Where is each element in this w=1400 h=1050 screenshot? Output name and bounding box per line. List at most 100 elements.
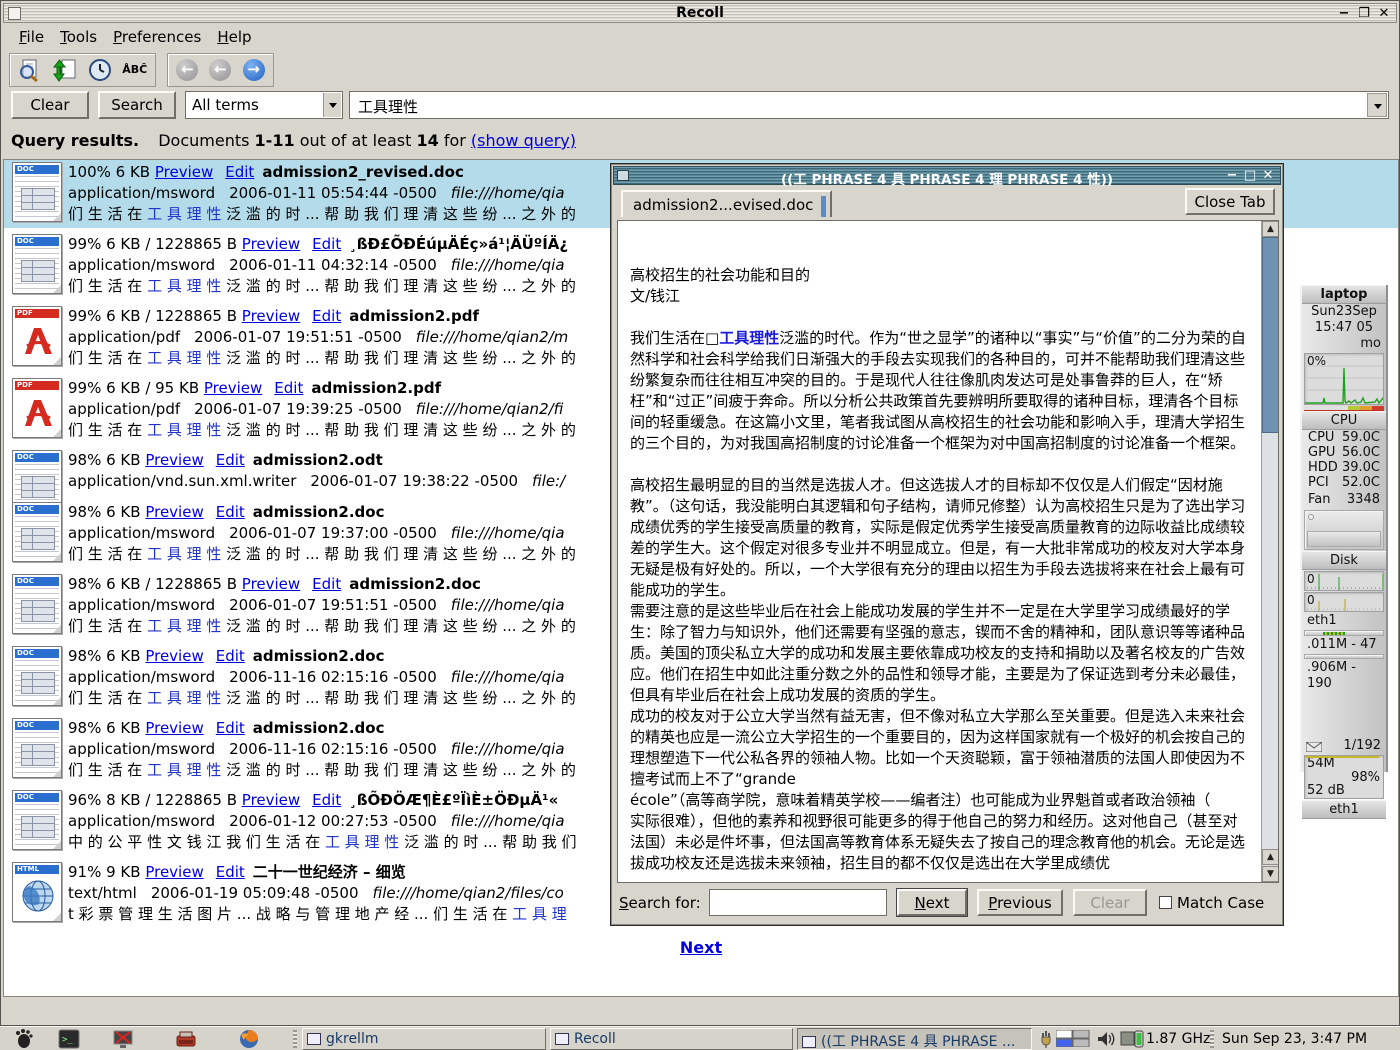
sensor-value: 56.0C	[1342, 445, 1380, 460]
preview-link[interactable]: Preview	[155, 163, 213, 181]
preview-scrollbar[interactable]: ▲ ▲ ▼	[1261, 221, 1278, 882]
preview-link[interactable]: Preview	[145, 451, 203, 469]
result-date: 2006-01-07 19:51:51 -0500	[229, 596, 437, 614]
cpu-chart: 0%	[1304, 353, 1384, 405]
preview-link[interactable]: Preview	[242, 575, 300, 593]
edit-link[interactable]: Edit	[216, 647, 245, 665]
preview-tab-label: admission2...evised.doc	[633, 196, 813, 214]
minimize-button[interactable]: −	[1336, 6, 1352, 22]
match-case-checkbox[interactable]: Match Case	[1159, 894, 1264, 912]
taskbar-clock[interactable]: Sun Sep 23, 3:47 PM	[1222, 1031, 1367, 1047]
result-relevance: 91%	[68, 863, 106, 881]
menu-help[interactable]: Help	[209, 25, 259, 46]
result-snippet: 们 生 活 在 工 具 理 性 泛 滥 的 时 ... 帮 助 我 们 理 清 …	[68, 616, 576, 637]
scroll-down-icon[interactable]: ▼	[1262, 866, 1279, 882]
result-title: admission2.doc	[253, 719, 385, 737]
edit-link[interactable]: Edit	[216, 719, 245, 737]
result-snippet: 们 生 活 在 工 具 理 性 泛 滥 的 时 ... 帮 助 我 们 理 清 …	[68, 276, 576, 297]
workspace-pager-icon[interactable]	[1056, 1030, 1090, 1047]
close-button[interactable]: ✕	[1376, 6, 1392, 22]
preview-link[interactable]: Preview	[242, 791, 300, 809]
preview-link[interactable]: Preview	[145, 719, 203, 737]
scrollbar-thumb[interactable]	[1262, 237, 1279, 433]
disk-section-label: Disk	[1302, 551, 1386, 570]
menu-file[interactable]: File	[11, 25, 52, 46]
menu-tools[interactable]: Tools	[52, 25, 105, 46]
preview-titlebar[interactable]: ((工 PHRASE 4 具 PHRASE 4 理 PHRASE 4 性)) −…	[613, 166, 1281, 185]
result-date: 2006-11-16 02:15:16 -0500	[229, 740, 437, 758]
edit-link[interactable]: Edit	[216, 451, 245, 469]
advanced-search-icon[interactable]	[17, 57, 43, 83]
main-titlebar[interactable]: Recoll − ❐ ✕	[3, 3, 1397, 23]
preview-tab[interactable]: admission2...evised.doc	[621, 190, 832, 217]
next-results-link[interactable]: Next	[680, 938, 722, 957]
checkbox-icon[interactable]	[1159, 896, 1172, 909]
panel-handle[interactable]	[293, 1030, 297, 1048]
typewriter-launcher-icon[interactable]	[175, 1028, 197, 1050]
result-title: 二十一世纪经济 – 细览	[253, 863, 406, 881]
first-page-icon[interactable]: ←	[176, 59, 198, 81]
firefox-launcher-icon[interactable]	[238, 1028, 260, 1050]
preview-link[interactable]: Preview	[204, 379, 262, 397]
maximize-button[interactable]: □	[1242, 167, 1258, 184]
edit-link[interactable]: Edit	[225, 163, 254, 181]
show-query-link[interactable]: (show query)	[471, 131, 576, 150]
search-button[interactable]: Search	[98, 91, 176, 119]
result-title: admission2.doc	[253, 647, 385, 665]
power-plug-icon[interactable]	[1038, 1029, 1054, 1049]
memory-meter: 54M 98% 52 dB	[1304, 755, 1384, 799]
query-input[interactable]: 工具理性	[349, 91, 1389, 119]
find-input[interactable]	[709, 889, 887, 916]
volume-icon[interactable]	[1096, 1029, 1116, 1049]
preview-link[interactable]: Preview	[145, 503, 203, 521]
preview-link[interactable]: Preview	[145, 863, 203, 881]
edit-link[interactable]: Edit	[216, 863, 245, 881]
cpufreq-icon[interactable]	[1120, 1029, 1144, 1049]
sort-parameters-icon[interactable]	[52, 57, 78, 83]
edit-link[interactable]: Edit	[216, 503, 245, 521]
search-mode-select[interactable]: All terms	[185, 91, 343, 119]
find-clear-button[interactable]: Clear	[1073, 889, 1147, 916]
menu-preferences[interactable]: Preferences	[105, 25, 209, 46]
panel-handle[interactable]	[1210, 1030, 1214, 1048]
preview-link[interactable]: Preview	[242, 307, 300, 325]
close-tab-button[interactable]: Close Tab	[1185, 188, 1275, 215]
gkrellm-date: Sun23Sep	[1302, 304, 1386, 320]
gnome-menu-icon[interactable]	[12, 1028, 34, 1050]
find-previous-button[interactable]: Previous	[977, 889, 1063, 916]
chevron-down-icon[interactable]	[323, 93, 341, 117]
result-size: 6 KB	[106, 451, 145, 469]
taskbar-window-button[interactable]: Recoll	[550, 1028, 793, 1050]
terminal-launcher-icon[interactable]: >_	[58, 1028, 80, 1050]
result-url: file:///home/qian2/fi	[416, 400, 564, 418]
preview-link[interactable]: Preview	[145, 647, 203, 665]
preview-content: 高校招生的社会功能和目的文/钱江 我们生活在□工具理性泛滥的时代。作为“世之显学…	[617, 220, 1279, 883]
scroll-up-icon[interactable]: ▲	[1262, 849, 1279, 865]
results-header: Query results. Documents 1-11 out of at …	[11, 131, 576, 150]
edit-link[interactable]: Edit	[312, 235, 341, 253]
chevron-down-icon[interactable]	[1367, 93, 1387, 117]
close-button[interactable]: ✕	[1260, 167, 1276, 184]
edit-link[interactable]: Edit	[312, 575, 341, 593]
sensor-value: 52.0C	[1342, 475, 1380, 490]
next-page-icon[interactable]: →	[243, 59, 265, 81]
find-next-button[interactable]: Next	[897, 889, 967, 916]
preview-link[interactable]: Preview	[242, 235, 300, 253]
screensaver-launcher-icon[interactable]	[112, 1028, 134, 1050]
edit-link[interactable]: Edit	[312, 791, 341, 809]
fan-slider-panel[interactable]	[1304, 510, 1384, 550]
result-size: 6 KB / 1228865 B	[106, 575, 242, 593]
gkrellm-partial-label: mo	[1302, 336, 1386, 352]
edit-link[interactable]: Edit	[312, 307, 341, 325]
result-date: 2006-01-07 19:51:51 -0500	[194, 328, 402, 346]
previous-page-icon[interactable]: ←	[209, 59, 231, 81]
maximize-button[interactable]: ❐	[1356, 6, 1372, 22]
taskbar-window-button[interactable]: gkrellm	[302, 1028, 546, 1050]
clear-button[interactable]: Clear	[11, 91, 89, 119]
term-explorer-icon[interactable]: ÅBĈ	[122, 57, 148, 83]
minimize-button[interactable]: −	[1224, 167, 1240, 184]
history-icon[interactable]	[87, 57, 113, 83]
edit-link[interactable]: Edit	[274, 379, 303, 397]
taskbar-window-button[interactable]: ((工 PHRASE 4 具 PHRASE ...	[797, 1028, 1032, 1050]
scroll-up-icon[interactable]: ▲	[1262, 221, 1279, 237]
